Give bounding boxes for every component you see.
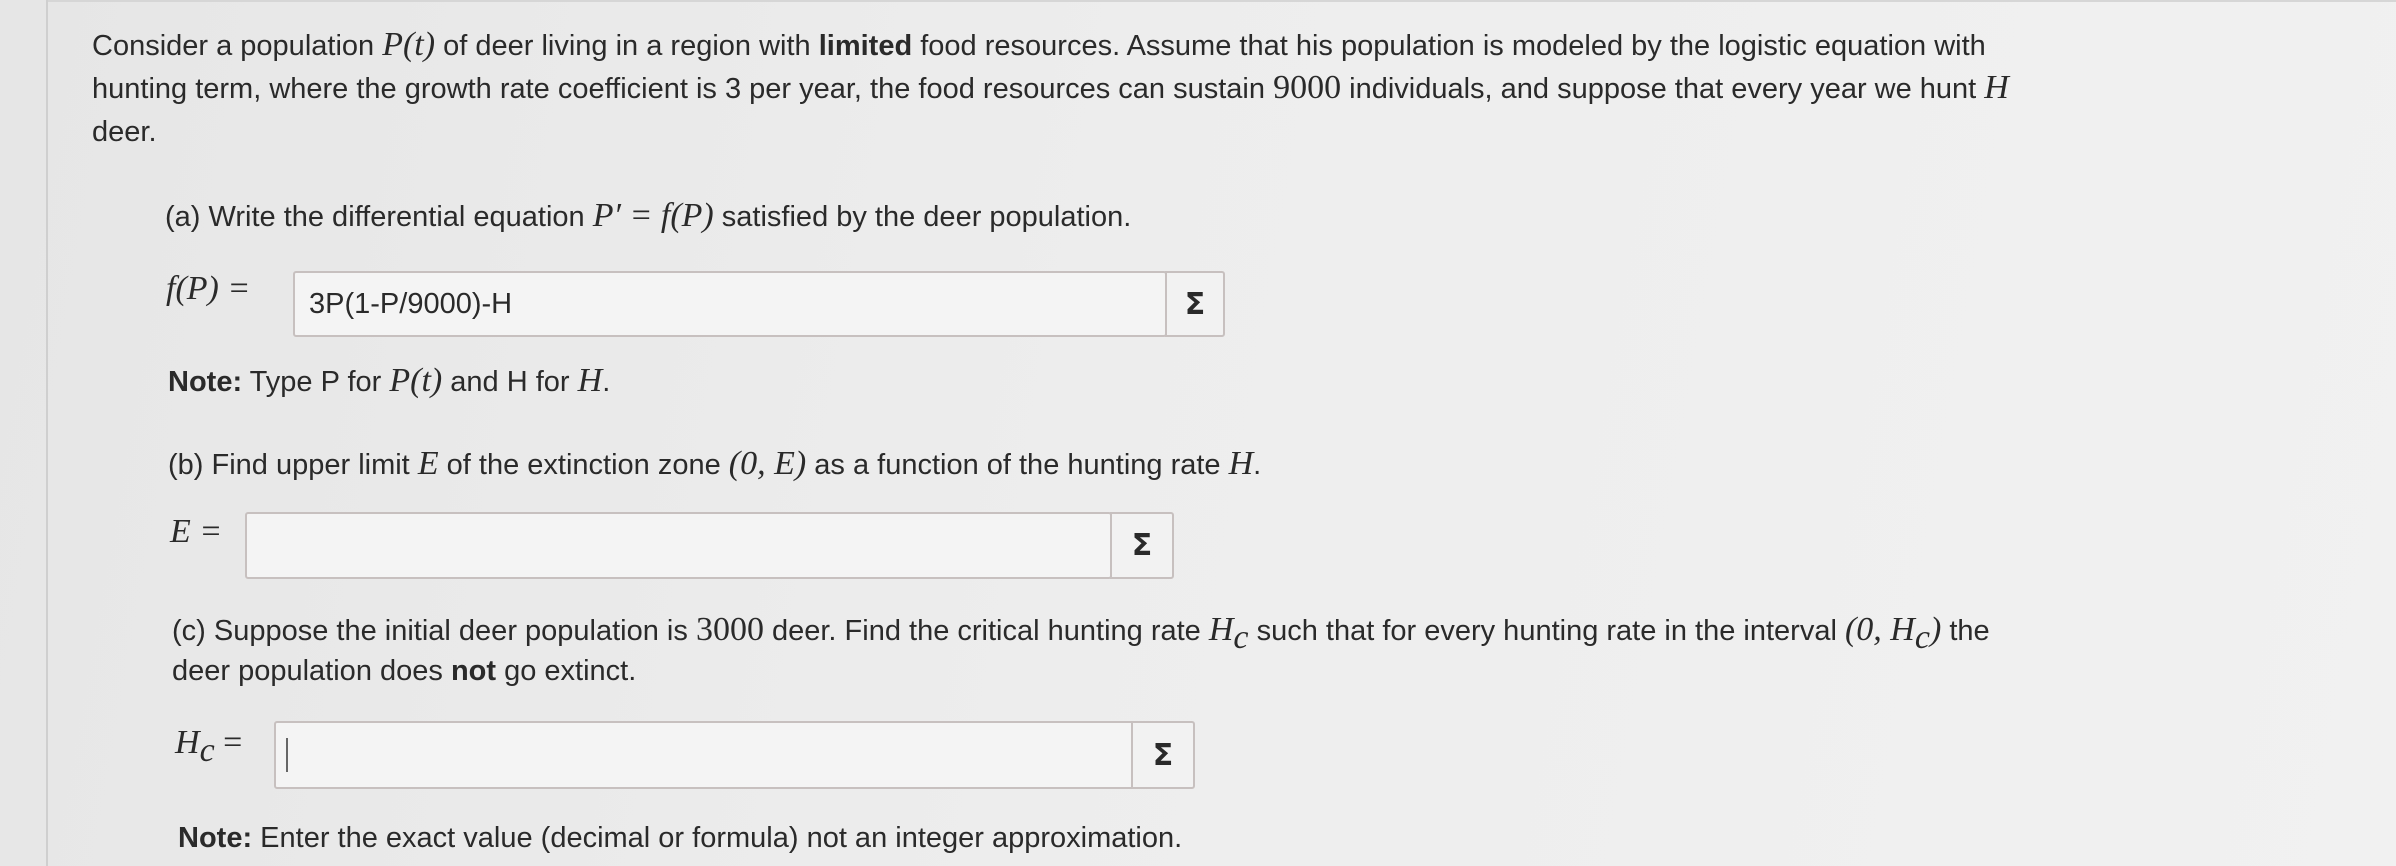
part-b-answer-input[interactable] [245, 512, 1112, 579]
part-c-prompt-line-2: deer population does not go extinct. [172, 655, 637, 687]
part-c-answer-input[interactable] [274, 721, 1134, 789]
part-c-label: Hc = [175, 724, 243, 769]
part-b-formula-editor-button[interactable]: Σ [1110, 512, 1174, 579]
text-cursor [286, 738, 288, 772]
part-a-note: Note: Type P for P(t) and H for H. [168, 362, 611, 399]
part-a-prompt: (a) Write the differential equation P′ =… [165, 197, 1132, 234]
intro-line-1: Consider a population P(t) of deer livin… [92, 26, 1986, 63]
intro-line-3: deer. [92, 116, 157, 148]
part-a-answer-input[interactable] [293, 271, 1167, 337]
part-c-formula-editor-button[interactable]: Σ [1131, 721, 1195, 789]
part-b-prompt: (b) Find upper limit E of the extinction… [168, 445, 1262, 482]
sigma-icon: Σ [1131, 528, 1153, 563]
page-left-border [46, 0, 48, 866]
sigma-icon: Σ [1152, 737, 1174, 773]
intro-line-2: hunting term, where the growth rate coef… [92, 69, 2009, 106]
sigma-icon: Σ [1184, 286, 1206, 322]
part-b-label: E = [170, 513, 223, 550]
part-c-note: Note: Enter the exact value (decimal or … [178, 822, 1183, 854]
page-top-border [48, 0, 2396, 2]
part-a-formula-editor-button[interactable]: Σ [1165, 271, 1225, 337]
part-a-label: f(P) = [166, 270, 251, 307]
